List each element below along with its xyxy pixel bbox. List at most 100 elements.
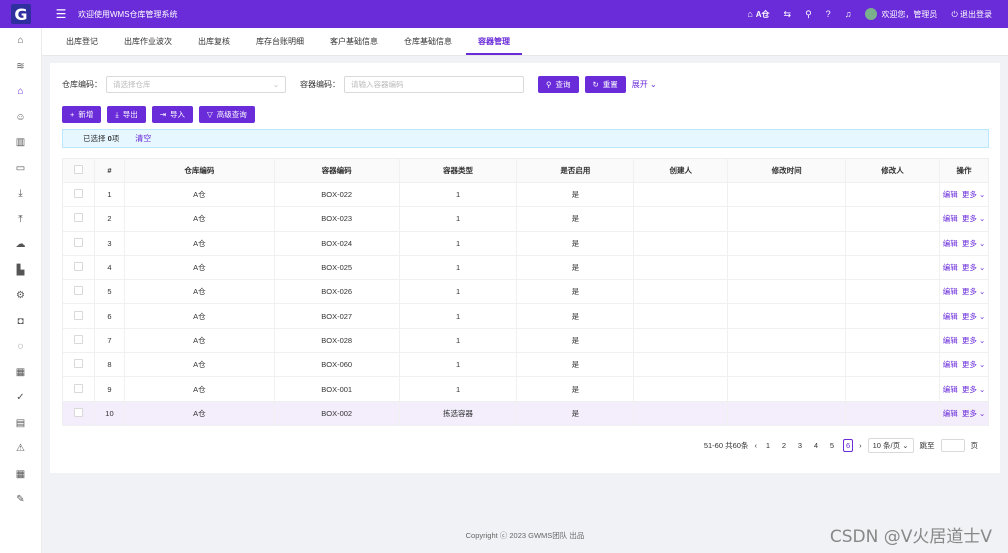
row-checkbox-cell[interactable] <box>62 376 95 402</box>
app-logo[interactable]: G <box>0 0 42 28</box>
import-button[interactable]: ⇥ 导入 <box>151 106 194 123</box>
row-checkbox[interactable] <box>73 359 83 369</box>
table-icon[interactable]: ▦ <box>0 462 41 488</box>
search-icon[interactable]: ⚲ <box>805 9 812 20</box>
select-all-checkbox[interactable] <box>73 165 83 174</box>
outbound-icon[interactable]: ⤒ <box>0 207 41 233</box>
page-2[interactable]: 2 <box>779 441 789 450</box>
page-4[interactable]: 4 <box>811 441 821 450</box>
check-circle-icon[interactable]: ✓ <box>0 385 41 411</box>
page-1[interactable]: 1 <box>763 441 773 450</box>
next-page-icon[interactable]: › <box>859 441 862 450</box>
message-icon[interactable]: ◌ <box>0 334 41 360</box>
settings-icon[interactable]: ⚙ <box>0 283 41 309</box>
row-checkbox-cell[interactable] <box>62 279 95 305</box>
reset-button[interactable]: ↻ 重置 <box>584 76 626 93</box>
table-row[interactable]: 1 A仓 BOX-022 1 是编辑 更多 ⌄ <box>62 182 990 208</box>
home-icon[interactable]: ⌂ <box>0 28 41 54</box>
row-checkbox-cell[interactable] <box>62 255 95 281</box>
row-checkbox[interactable] <box>73 213 83 223</box>
row-checkbox[interactable] <box>73 237 83 247</box>
tab-outbound-wave[interactable]: 出库作业波次 <box>112 36 184 55</box>
table-row[interactable]: 4 A仓 BOX-025 1 是 编辑 更多 ⌄ <box>62 255 990 281</box>
clear-selection-link[interactable]: 清空 <box>135 133 151 144</box>
warehouse-select[interactable]: 请选择仓库 ⌄ <box>106 76 286 93</box>
table-row[interactable]: 8 A仓 BOX-060 1 是 编辑 更多 ⌄ <box>62 352 990 378</box>
row-checkbox-cell[interactable] <box>62 303 95 329</box>
chart-icon[interactable]: ≋ <box>0 54 41 80</box>
table-row[interactable]: 9 A仓 BOX-001 1 是 编辑 更多 ⌄ <box>62 376 990 402</box>
more-dropdown[interactable]: 更多 ⌄ <box>962 214 985 223</box>
edit-link[interactable]: 编辑 <box>943 312 958 321</box>
row-checkbox[interactable] <box>73 383 83 393</box>
swap-icon[interactable]: ⇆ <box>784 9 792 20</box>
tab-customer-info[interactable]: 客户基础信息 <box>318 36 390 55</box>
table-row[interactable]: 10 A仓 BOX-002 拣选容器是 编辑 更多 ⌄ <box>62 401 990 426</box>
tab-outbound-review[interactable]: 出库复核 <box>186 36 242 55</box>
edit-link[interactable]: 编辑 <box>943 385 958 394</box>
row-checkbox-cell[interactable] <box>62 352 95 378</box>
more-dropdown[interactable]: 更多 ⌄ <box>962 409 985 418</box>
row-checkbox[interactable] <box>73 407 83 417</box>
more-dropdown[interactable]: 更多 ⌄ <box>962 312 985 321</box>
row-checkbox[interactable] <box>73 310 83 320</box>
user-menu[interactable]: 欢迎您，管理员 <box>865 8 937 20</box>
row-checkbox[interactable] <box>73 189 83 199</box>
more-dropdown[interactable]: 更多 ⌄ <box>962 287 985 296</box>
row-checkbox-cell[interactable] <box>62 206 95 232</box>
edit-link[interactable]: 编辑 <box>943 239 958 248</box>
more-dropdown[interactable]: 更多 ⌄ <box>962 336 985 345</box>
page-size-select[interactable]: 10 条/页 ⌄ <box>867 438 914 453</box>
barcode-icon[interactable]: ▥ <box>0 130 41 156</box>
logout-button[interactable]: ⏻ 退出登录 <box>951 9 992 20</box>
table-row[interactable]: 3 A仓 BOX-024 1 是 编辑 更多 ⌄ <box>62 231 990 256</box>
page-5[interactable]: 5 <box>827 441 837 450</box>
robot-icon[interactable]: ◘ <box>0 309 41 335</box>
jump-page-input[interactable] <box>940 439 965 452</box>
query-button[interactable]: ⚲ 查询 <box>538 76 579 93</box>
row-checkbox-cell[interactable] <box>62 401 95 426</box>
edit-link[interactable]: 编辑 <box>943 214 958 223</box>
warning-icon[interactable]: ⚠ <box>0 436 41 462</box>
users-icon[interactable]: ☺ <box>0 105 41 131</box>
more-dropdown[interactable]: 更多 ⌄ <box>962 239 985 248</box>
advanced-query-button[interactable]: ▽ 高级查询 <box>199 106 255 123</box>
container-code-input[interactable]: 请输入容器编码 <box>344 76 524 93</box>
edit-link[interactable]: 编辑 <box>943 360 958 369</box>
export-button[interactable]: ⤓ 导出 <box>107 106 146 123</box>
expand-toggle[interactable]: 展开 ⌄ <box>632 79 657 90</box>
more-dropdown[interactable]: 更多 ⌄ <box>962 385 985 394</box>
row-checkbox[interactable] <box>73 286 83 296</box>
bar-chart-icon[interactable]: ▙ <box>0 258 41 284</box>
page-6-current[interactable]: 6 <box>842 439 854 452</box>
table-row[interactable]: 6 A仓 BOX-027 1 是 编辑 更多 ⌄ <box>62 303 990 329</box>
tab-container-management[interactable]: 容器管理 <box>466 36 522 55</box>
bell-icon[interactable]: ♫ <box>845 9 852 19</box>
add-button[interactable]: + 新增 <box>62 106 102 123</box>
row-checkbox-cell[interactable] <box>62 328 95 354</box>
help-icon[interactable]: ? <box>826 9 831 19</box>
edit-link[interactable]: 编辑 <box>943 287 958 296</box>
card-icon[interactable]: ▭ <box>0 156 41 182</box>
qr-icon[interactable]: ▦ <box>0 360 41 386</box>
edit-link[interactable]: 编辑 <box>943 263 958 272</box>
more-dropdown[interactable]: 更多 ⌄ <box>962 360 985 369</box>
tab-warehouse-info[interactable]: 仓库基础信息 <box>392 36 464 55</box>
prev-page-icon[interactable]: ‹ <box>754 441 757 450</box>
table-row[interactable]: 5 A仓 BOX-026 1 是 编辑 更多 ⌄ <box>62 279 990 305</box>
edit-icon[interactable]: ✎ <box>0 487 41 513</box>
tab-inventory-ledger[interactable]: 库存台账明细 <box>244 36 316 55</box>
edit-link[interactable]: 编辑 <box>943 190 958 199</box>
warehouse-switch[interactable]: ⌂ A仓 <box>747 9 769 20</box>
tab-outbound-register[interactable]: 出库登记 <box>54 36 110 55</box>
row-checkbox-cell[interactable] <box>62 231 95 256</box>
file-icon[interactable]: ▤ <box>0 411 41 437</box>
inbound-icon[interactable]: ⤓ <box>0 181 41 207</box>
cloud-icon[interactable]: ☁ <box>0 232 41 258</box>
table-row[interactable]: 7 A仓 BOX-028 1 是 编辑 更多 ⌄ <box>62 328 990 354</box>
page-3[interactable]: 3 <box>795 441 805 450</box>
table-row[interactable]: 2 A仓 BOX-023 1 是 编辑 更多 ⌄ <box>62 206 990 232</box>
menu-toggle-icon[interactable]: ☰ <box>52 7 70 21</box>
more-dropdown[interactable]: 更多 ⌄ <box>962 190 985 199</box>
warehouse-nav-icon[interactable]: ⌂ <box>0 79 41 105</box>
